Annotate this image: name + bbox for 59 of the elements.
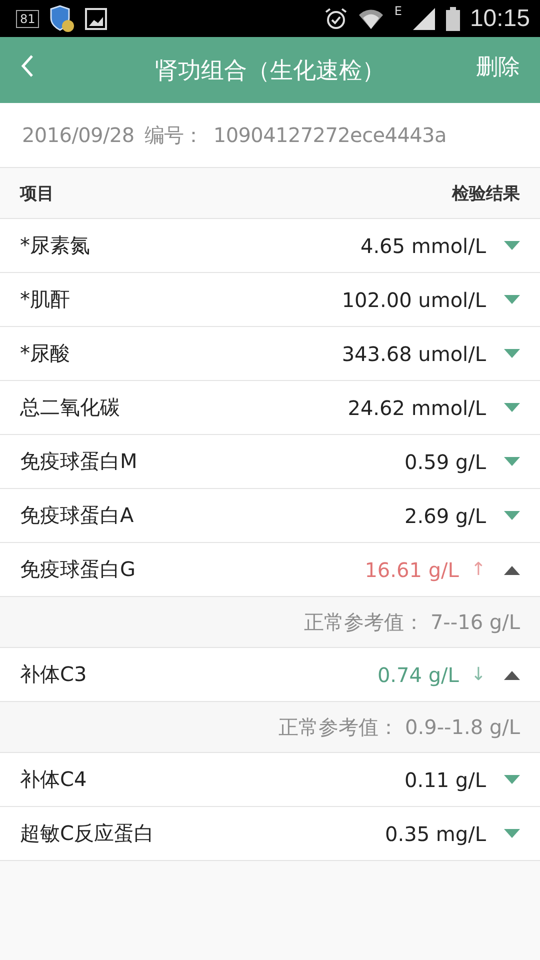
result-row[interactable]: 免疫球蛋白A 2.69 g/L — [0, 489, 540, 543]
result-row[interactable]: 补体C4 0.11 g/L — [0, 753, 540, 807]
battery-icon — [446, 6, 460, 30]
column-header: 检验结果 — [452, 182, 520, 204]
result-value: 16.61 g/L — [364, 558, 459, 582]
expand-icon[interactable] — [504, 402, 520, 412]
result-row[interactable]: 免疫球蛋白G 16.61 g/L ↑ — [0, 543, 540, 597]
report-id: 10904127272ece4443a — [213, 123, 446, 147]
result-value: 0.11 g/L — [404, 768, 486, 792]
item-name: 免疫球蛋白G — [20, 556, 136, 583]
result-row[interactable]: *尿酸 343.68 umol/L — [0, 327, 540, 381]
result-value: 24.62 mmol/L — [348, 396, 486, 420]
trend-arrow: ↓ — [470, 664, 486, 685]
item-name: 补体C4 — [20, 766, 87, 793]
alarm-clock-icon — [324, 6, 348, 30]
result-row[interactable]: 超敏C反应蛋白 0.35 mg/L — [0, 807, 540, 861]
result-value: 102.00 umol/L — [342, 288, 486, 312]
expand-icon[interactable] — [504, 348, 520, 358]
item-name: 总二氧化碳 — [20, 394, 120, 421]
collapse-icon[interactable] — [504, 564, 520, 574]
network-type-label: E — [394, 4, 402, 18]
signal-icon — [412, 6, 436, 30]
expand-icon[interactable] — [504, 510, 520, 520]
reference-range: 正常参考值： 0.9--1.8 g/L — [278, 714, 520, 740]
result-value: 4.65 mmol/L — [360, 234, 486, 258]
result-row[interactable]: 总二氧化碳 24.62 mmol/L — [0, 381, 540, 435]
trend-arrow: ↑ — [470, 559, 486, 580]
result-value: 0.59 g/L — [404, 450, 486, 474]
result-row[interactable]: 免疫球蛋白M 0.59 g/L — [0, 435, 540, 489]
result-row[interactable]: 补体C3 0.74 g/L ↓ — [0, 648, 540, 702]
notification-count-badge: 81 — [16, 10, 40, 28]
item-name: 免疫球蛋白A — [20, 502, 134, 529]
result-value: 343.68 umol/L — [342, 342, 486, 366]
result-row[interactable]: *肌酐 102.00 umol/L — [0, 273, 540, 327]
expand-icon[interactable] — [504, 828, 520, 838]
result-value: 0.74 g/L — [377, 662, 459, 686]
column-header: 项目 — [20, 182, 54, 204]
report-id-label: 编号： — [144, 122, 204, 148]
result-value: 2.69 g/L — [404, 504, 486, 528]
item-name: *尿酸 — [20, 340, 70, 367]
image-icon — [85, 8, 108, 30]
item-name: 补体C3 — [20, 661, 87, 688]
report-date: 2016/09/28 — [22, 123, 134, 147]
expand-icon[interactable] — [504, 240, 520, 250]
item-name: 超敏C反应蛋白 — [20, 820, 154, 847]
expand-icon[interactable] — [504, 774, 520, 784]
result-row[interactable]: *尿素氮 4.65 mmol/L — [0, 219, 540, 273]
expand-icon[interactable] — [504, 294, 520, 304]
item-name: 免疫球蛋白M — [20, 448, 138, 475]
page-title: 肾功组合（生化速检） — [155, 56, 385, 86]
result-value: 0.35 mg/L — [385, 822, 486, 846]
collapse-icon[interactable] — [504, 670, 520, 680]
back-icon[interactable] — [20, 54, 34, 78]
reference-range: 正常参考值： 7--16 g/L — [304, 608, 520, 636]
clock-time: 10:15 — [470, 4, 530, 32]
item-name: *尿素氮 — [20, 232, 90, 259]
expand-icon[interactable] — [504, 456, 520, 466]
item-name: *肌酐 — [20, 286, 70, 313]
shield-icon — [49, 4, 76, 32]
